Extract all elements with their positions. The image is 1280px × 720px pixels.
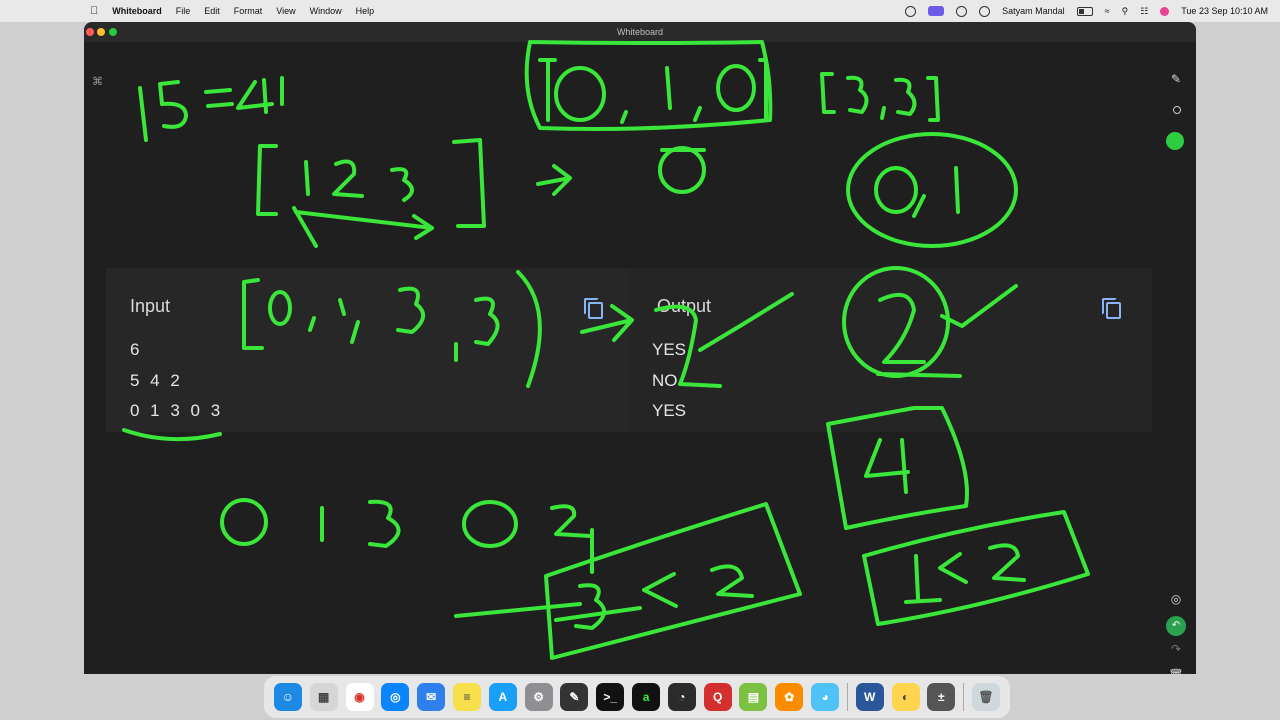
input-lines: 6 5 4 2 0 1 3 0 3 xyxy=(130,340,223,432)
trash-icon[interactable]: 🗑 xyxy=(971,683,1000,711)
calculator-icon[interactable]: ± xyxy=(927,683,956,711)
user-name[interactable]: Satyam Mandal xyxy=(1002,6,1065,16)
control-center-icon[interactable]: ☷ xyxy=(1140,6,1148,17)
input-section: Input 6 5 4 2 0 1 3 0 3 xyxy=(106,268,628,432)
menu-edit[interactable]: Edit xyxy=(204,6,220,16)
title-bar: Whiteboard xyxy=(84,22,1196,42)
safari-icon[interactable]: ◎ xyxy=(381,683,410,711)
output-section: Output YES NO YES xyxy=(628,268,1152,432)
undo-icon[interactable]: ↶ xyxy=(1166,616,1186,636)
output-line: YES xyxy=(652,340,687,359)
launchpad-icon[interactable]: ▦ xyxy=(309,683,338,711)
dock-separator xyxy=(846,683,848,711)
command-icon[interactable]: ⌘ xyxy=(92,75,103,88)
whiteboard-canvas[interactable]: ⌘ Input 6 5 4 2 0 1 3 0 3 Output YES NO … xyxy=(84,42,1196,674)
dock-separator xyxy=(963,683,965,711)
whiteboard-window: Whiteboard ⌘ Input 6 5 4 2 0 1 3 0 3 Out… xyxy=(84,22,1196,674)
idea-icon[interactable]: ◐ xyxy=(891,683,920,711)
copy-icon[interactable] xyxy=(584,298,603,319)
info-icon[interactable] xyxy=(979,5,991,17)
redo-icon[interactable]: ↷ xyxy=(1166,642,1186,656)
menu-view[interactable]: View xyxy=(276,6,295,16)
dock: ☺ ▦ ◉ ◎ ✉ ≡ A ⚙ ✎ >_ a ◔ Q ▤ ✿ ◕ W ◐ ± 🗑 xyxy=(264,676,1010,718)
messages-icon[interactable]: ◕ xyxy=(811,683,840,711)
notes-icon[interactable]: ≡ xyxy=(452,683,481,711)
focus-icon[interactable] xyxy=(905,5,917,17)
activity-icon[interactable]: a xyxy=(632,683,661,711)
clock[interactable]: Tue 23 Sep 10:10 AM xyxy=(1181,6,1268,16)
output-line: YES xyxy=(652,401,687,420)
stroke-size-button[interactable] xyxy=(1173,106,1181,114)
recenter-icon[interactable]: ◎ xyxy=(1166,592,1186,606)
input-line: 6 xyxy=(130,340,143,359)
finder-icon[interactable]: ☺ xyxy=(273,683,302,711)
settings-icon[interactable]: ⚙ xyxy=(524,683,553,711)
minimize-button[interactable] xyxy=(97,28,105,36)
screen-mirror-icon[interactable] xyxy=(928,6,945,16)
close-button[interactable] xyxy=(86,28,94,36)
problem-io-panel: Input 6 5 4 2 0 1 3 0 3 Output YES NO YE… xyxy=(106,268,1152,432)
copy-icon[interactable] xyxy=(1102,298,1121,319)
play-icon[interactable] xyxy=(956,5,968,17)
monitor-icon[interactable]: ◔ xyxy=(667,683,696,711)
input-line: 0 1 3 0 3 xyxy=(130,401,224,420)
menu-format[interactable]: Format xyxy=(234,6,263,16)
menu-window[interactable]: Window xyxy=(310,6,342,16)
files-icon[interactable]: ▤ xyxy=(739,683,768,711)
output-lines: YES NO YES xyxy=(652,340,686,432)
color-picker-button[interactable] xyxy=(1166,132,1184,150)
terminal-icon[interactable]: >_ xyxy=(596,683,625,711)
search-icon[interactable]: ⚲ xyxy=(1122,6,1129,17)
trash-icon[interactable]: 🗑 xyxy=(1166,668,1186,674)
menu-file[interactable]: File xyxy=(176,6,191,16)
zoom-button[interactable] xyxy=(109,28,117,36)
quip-icon[interactable]: Q xyxy=(703,683,732,711)
mail-icon[interactable]: ✉ xyxy=(417,683,446,711)
input-line: 5 4 2 xyxy=(130,370,183,390)
battery-icon[interactable] xyxy=(1076,6,1093,16)
chrome-icon[interactable]: ◉ xyxy=(345,683,374,711)
wifi-icon[interactable]: ≈ xyxy=(1105,6,1110,16)
app-menu[interactable]: Whiteboard xyxy=(112,6,162,16)
input-title: Input xyxy=(130,296,171,316)
output-line: NO xyxy=(652,370,678,390)
apple-icon[interactable]:  xyxy=(90,5,98,17)
photos-icon[interactable]: ✿ xyxy=(775,683,804,711)
app-store-icon[interactable]: A xyxy=(488,683,517,711)
siri-icon[interactable] xyxy=(1160,6,1170,16)
menu-help[interactable]: Help xyxy=(356,6,375,16)
textedit-icon[interactable]: ✎ xyxy=(560,683,589,711)
window-title: Whiteboard xyxy=(616,27,664,37)
word-icon[interactable]: W xyxy=(855,683,884,711)
output-title: Output xyxy=(657,296,712,316)
pen-icon[interactable]: ✎ xyxy=(1166,72,1186,86)
menu-bar:  Whiteboard File Edit Format View Windo… xyxy=(0,0,1280,22)
